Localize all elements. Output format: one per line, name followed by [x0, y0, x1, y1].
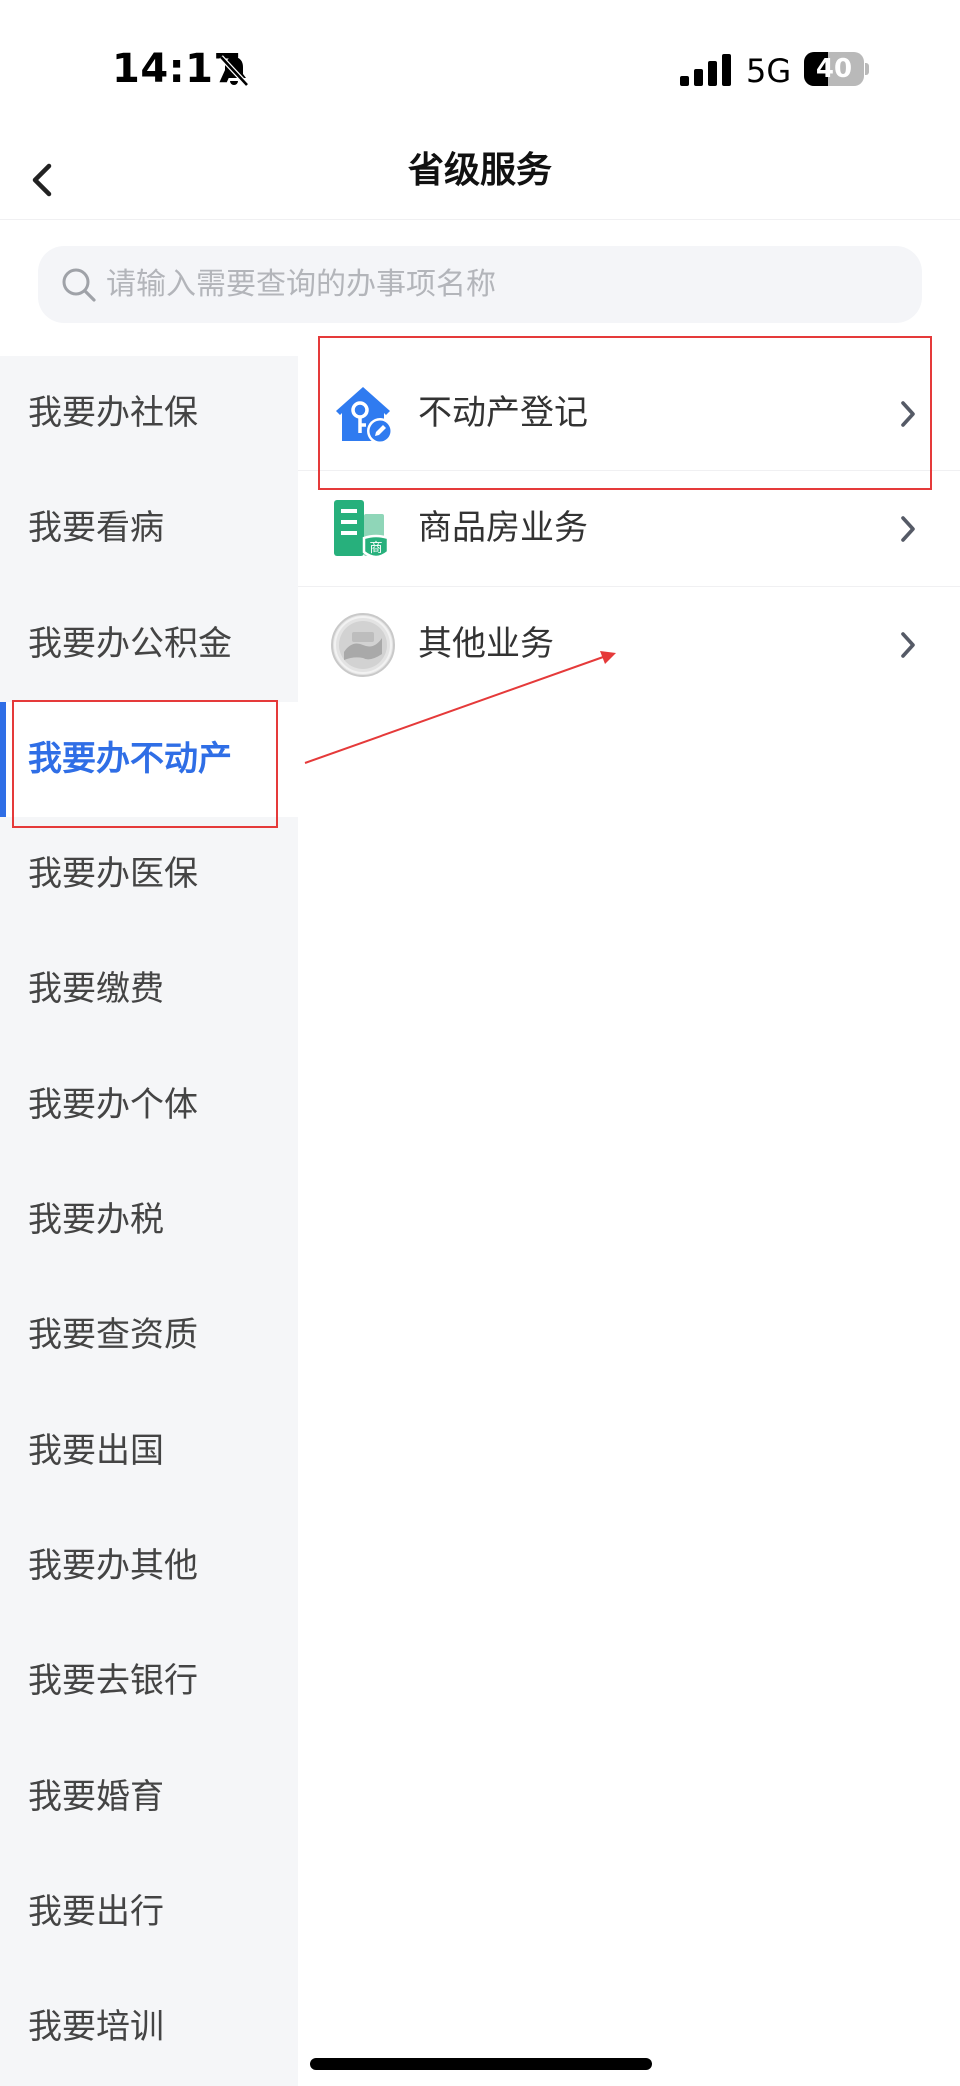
sidebar-item[interactable]: 我要办税	[0, 1163, 298, 1278]
sidebar-item[interactable]: 我要出行	[0, 1855, 298, 1970]
page-title: 省级服务	[407, 150, 552, 191]
sidebar-item-label: 我要婚育	[28, 1776, 164, 1817]
sidebar-item[interactable]: 我要办社保	[0, 356, 298, 471]
sidebar-item-label: 我要培训	[28, 2007, 164, 2048]
sidebar-item-label: 我要看病	[28, 508, 164, 549]
sidebar-item-label: 我要办医保	[28, 854, 198, 895]
battery-icon: 40	[804, 52, 869, 86]
sidebar-item-label: 我要出行	[28, 1891, 164, 1932]
chevron-right-icon	[901, 631, 915, 658]
house-key-icon	[330, 381, 396, 447]
sidebar-item-label: 我要缴费	[28, 969, 164, 1010]
bell-muted-icon	[219, 55, 249, 87]
svg-text:商: 商	[369, 541, 382, 556]
service-item[interactable]: 不动产登记	[298, 356, 960, 472]
service-list: 不动产登记商 商品房业务其他业务	[298, 356, 960, 2086]
search-area	[0, 221, 960, 356]
status-bar: 14:17 5G 40	[0, 0, 960, 140]
sidebar-item-label: 我要办社保	[28, 393, 198, 433]
active-indicator	[0, 701, 6, 818]
sidebar-item[interactable]: 我要婚育	[0, 1740, 298, 1855]
chevron-right-icon	[901, 401, 915, 427]
sidebar-item-label: 我要办不动产	[28, 738, 232, 779]
battery-percent: 40	[815, 54, 853, 84]
sidebar-item[interactable]: 我要办不动产	[0, 701, 298, 818]
emblem-icon	[330, 612, 396, 678]
sidebar-item[interactable]: 我要培训	[0, 1970, 298, 2085]
commercial-building-icon: 商	[330, 496, 396, 562]
service-item-label: 其他业务	[418, 623, 554, 664]
sidebar-item[interactable]: 我要办医保	[0, 817, 298, 932]
sidebar-item-label: 我要查资质	[28, 1315, 198, 1356]
search-box[interactable]	[38, 246, 922, 323]
sidebar-item[interactable]: 我要看病	[0, 471, 298, 586]
sidebar-item[interactable]: 我要出国	[0, 1394, 298, 1509]
service-item[interactable]: 商 商品房业务	[298, 471, 960, 587]
sidebar-item-label: 我要出国	[28, 1430, 164, 1471]
sidebar-item-label: 我要去银行	[28, 1661, 198, 1702]
sidebar-item-label: 我要办其他	[28, 1545, 198, 1586]
sidebar-item-label: 我要办公积金	[28, 623, 232, 664]
search-icon	[62, 268, 96, 302]
sidebar-item-label: 我要办个体	[28, 1084, 198, 1125]
home-indicator[interactable]	[310, 2058, 652, 2070]
category-sidebar: 我要办社保我要看病我要办公积金 我要办不动产 我要办医保我要缴费我要办个体我要办税我…	[0, 356, 298, 2086]
service-item[interactable]: 其他业务	[298, 587, 960, 702]
sidebar-item[interactable]: 我要查资质	[0, 1278, 298, 1393]
service-item-label: 商品房业务	[418, 508, 588, 549]
network-type: 5G	[746, 52, 792, 90]
sidebar-item[interactable]: 我要办公积金	[0, 587, 298, 702]
service-item-label: 不动产登记	[418, 393, 588, 433]
chevron-right-icon	[901, 516, 915, 543]
cellular-signal-icon	[680, 54, 731, 86]
sidebar-item[interactable]: 我要去银行	[0, 1624, 298, 1739]
sidebar-item[interactable]: 我要办其他	[0, 1509, 298, 1624]
search-input[interactable]	[106, 246, 896, 323]
sidebar-item[interactable]: 我要办个体	[0, 1048, 298, 1163]
nav-bar: 省级服务	[0, 140, 960, 220]
sidebar-item[interactable]: 我要缴费	[0, 932, 298, 1047]
sidebar-item-label: 我要办税	[28, 1200, 164, 1241]
